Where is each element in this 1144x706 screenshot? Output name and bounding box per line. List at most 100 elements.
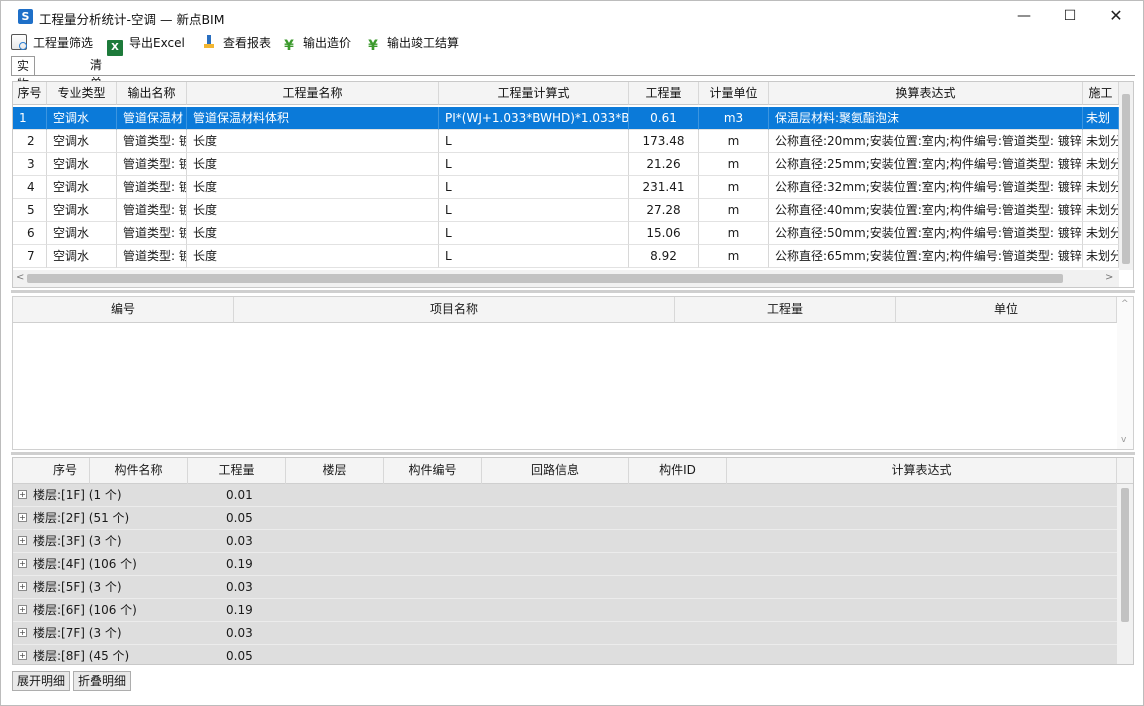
floor-group-row[interactable]: + 楼层:[4F] (106 个) 0.19: [13, 553, 1117, 576]
vertical-scrollbar[interactable]: [1119, 82, 1133, 270]
cell-qty: 173.48: [629, 130, 699, 153]
tab-physical-quantity[interactable]: 实物工程量: [11, 56, 36, 145]
maximize-button[interactable]: ☐: [1047, 1, 1093, 33]
detail-scroll-thumb[interactable]: [1121, 488, 1129, 622]
expand-icon[interactable]: +: [18, 536, 27, 545]
col-header-item-name[interactable]: 项目名称: [234, 297, 675, 323]
expand-icon[interactable]: +: [18, 490, 27, 499]
col-header-component-name[interactable]: 构件名称: [90, 458, 188, 484]
expand-icon[interactable]: +: [18, 513, 27, 522]
quantity-filter-button[interactable]: 工程量筛选: [11, 34, 93, 54]
tab-bill-quantity[interactable]: 清单工程量: [85, 56, 107, 144]
cost-icon: ¥: [284, 38, 294, 54]
expand-icon[interactable]: +: [18, 559, 27, 568]
detail-grid: 序号 构件名称 工程量 楼层 构件编号 回路信息 构件ID 计算表达式 + 楼层…: [12, 457, 1134, 665]
col-header-qty[interactable]: 工程量: [629, 82, 699, 105]
col-header-no[interactable]: 序号: [13, 82, 47, 105]
export-settlement-button[interactable]: ¥ 输出竣工结算: [365, 34, 459, 54]
floor-group-label: 楼层:[6F] (106 个): [33, 603, 137, 617]
expand-icon[interactable]: +: [18, 582, 27, 591]
col-header-construction[interactable]: 施工: [1083, 82, 1119, 105]
floor-group-row[interactable]: + 楼层:[3F] (3 个) 0.03: [13, 530, 1117, 553]
cell-name: 长度: [187, 153, 439, 176]
col-header-circuit-info[interactable]: 回路信息: [482, 458, 629, 484]
horizontal-scrollbar[interactable]: < >: [13, 270, 1119, 287]
scroll-left-icon[interactable]: <: [16, 272, 24, 283]
export-excel-button[interactable]: X 导出Excel: [107, 34, 185, 56]
pane-splitter[interactable]: [11, 290, 1135, 293]
cell-construction: 未划分: [1083, 245, 1119, 268]
col-header-bill-unit[interactable]: 单位: [896, 297, 1117, 323]
cell-output: 管道类型: 镀: [117, 153, 187, 176]
col-header-component-id[interactable]: 构件ID: [629, 458, 727, 484]
scroll-up-icon[interactable]: ^: [1121, 299, 1129, 309]
col-header-detail-qty[interactable]: 工程量: [188, 458, 286, 484]
floor-group-qty: 0.03: [226, 580, 253, 594]
col-header-name[interactable]: 工程量名称: [187, 82, 439, 105]
cell-type: 空调水: [47, 245, 117, 268]
pane-splitter[interactable]: [11, 452, 1135, 455]
floor-group-row[interactable]: + 楼层:[2F] (51 个) 0.05: [13, 507, 1117, 530]
cell-qty: 15.06: [629, 222, 699, 245]
cell-expr: 公称直径:50mm;安装位置:室内;构件编号:管道类型: 镀锌钢: [769, 222, 1083, 245]
minimize-button[interactable]: —: [1001, 1, 1047, 33]
col-header-calc-expr[interactable]: 计算表达式: [727, 458, 1117, 484]
cell-type: 空调水: [47, 153, 117, 176]
view-report-button[interactable]: 查看报表: [201, 34, 271, 54]
col-header-code[interactable]: 编号: [13, 297, 234, 323]
vertical-scroll-thumb[interactable]: [1122, 94, 1130, 264]
close-button[interactable]: ✕: [1093, 1, 1139, 33]
cell-output: 管道类型: 镀: [117, 130, 187, 153]
report-icon: [201, 34, 217, 50]
col-header-floor[interactable]: 楼层: [286, 458, 384, 484]
horizontal-scroll-thumb[interactable]: [27, 274, 1063, 283]
col-header-component-code[interactable]: 构件编号: [384, 458, 482, 484]
col-header-expr[interactable]: 换算表达式: [769, 82, 1083, 105]
col-header-output[interactable]: 输出名称: [117, 82, 187, 105]
floor-group-label: 楼层:[8F] (45 个): [33, 649, 130, 663]
floor-group-row[interactable]: + 楼层:[1F] (1 个) 0.01: [13, 484, 1117, 507]
expand-details-button[interactable]: 展开明细: [12, 671, 71, 691]
floor-group-row[interactable]: + 楼层:[6F] (106 个) 0.19: [13, 599, 1117, 622]
app-window: S 工程量分析统计-空调 — 新点BIM — ☐ ✕ 工程量筛选 X 导出Exce…: [0, 0, 1144, 706]
scroll-down-icon[interactable]: v: [1121, 435, 1126, 445]
cell-construction: 未划分: [1083, 222, 1119, 245]
expand-icon[interactable]: +: [18, 605, 27, 614]
col-header-bill-qty[interactable]: 工程量: [675, 297, 896, 323]
floor-group-qty: 0.01: [226, 488, 253, 502]
cell-no: 3: [13, 153, 47, 176]
floor-group-row[interactable]: + 楼层:[8F] (45 个) 0.05: [13, 645, 1117, 664]
col-header-formula[interactable]: 工程量计算式: [439, 82, 629, 105]
cell-no: 1: [13, 107, 47, 130]
cell-output: 管道类型: 镀: [117, 176, 187, 199]
cell-qty: 0.61: [629, 107, 699, 130]
cell-expr: 公称直径:25mm;安装位置:室内;构件编号:管道类型: 镀锌钢: [769, 153, 1083, 176]
detail-vertical-scrollbar[interactable]: [1117, 484, 1133, 664]
floor-group-qty: 0.05: [226, 649, 253, 663]
cell-no: 6: [13, 222, 47, 245]
cell-unit: m: [699, 130, 769, 153]
bill-vertical-scrollbar[interactable]: ^ v: [1117, 297, 1133, 449]
cell-unit: m: [699, 245, 769, 268]
cell-unit: m: [699, 222, 769, 245]
col-header-unit[interactable]: 计量单位: [699, 82, 769, 105]
cell-expr: 公称直径:40mm;安装位置:室内;构件编号:管道类型: 镀锌钢: [769, 199, 1083, 222]
floor-group-qty: 0.03: [226, 534, 253, 548]
cell-type: 空调水: [47, 222, 117, 245]
floor-group-qty: 0.19: [226, 557, 253, 571]
col-header-type[interactable]: 专业类型: [47, 82, 117, 105]
cell-type: 空调水: [47, 199, 117, 222]
bill-grid-header: 编号 项目名称 工程量 单位: [13, 297, 1117, 323]
floor-group-row[interactable]: + 楼层:[5F] (3 个) 0.03: [13, 576, 1117, 599]
floor-group-row[interactable]: + 楼层:[7F] (3 个) 0.03: [13, 622, 1117, 645]
cell-construction: 未划分: [1083, 130, 1119, 153]
expand-icon[interactable]: +: [18, 651, 27, 660]
scroll-right-icon[interactable]: >: [1105, 272, 1113, 283]
quantity-filter-label: 工程量筛选: [33, 36, 94, 50]
cell-formula: L: [439, 130, 629, 153]
export-cost-button[interactable]: ¥ 输出造价: [281, 34, 351, 54]
expand-icon[interactable]: +: [18, 628, 27, 637]
collapse-details-button[interactable]: 折叠明细: [73, 671, 132, 691]
floor-group-qty: 0.05: [226, 511, 253, 525]
col-header-detail-no[interactable]: 序号: [13, 458, 90, 484]
